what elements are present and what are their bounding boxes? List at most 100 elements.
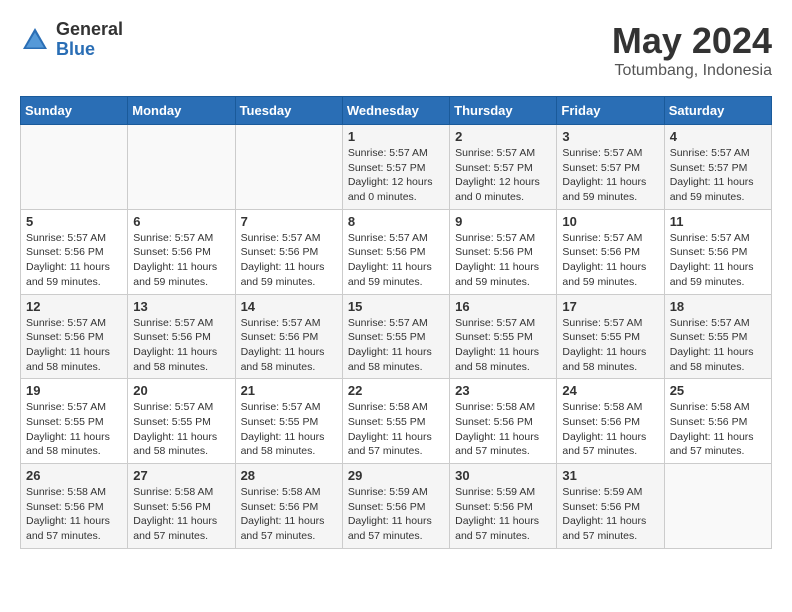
- day-info: Sunrise: 5:58 AM Sunset: 5:56 PM Dayligh…: [241, 485, 337, 544]
- day-info: Sunrise: 5:58 AM Sunset: 5:56 PM Dayligh…: [133, 485, 229, 544]
- day-number: 9: [455, 214, 551, 229]
- calendar-cell: 18 Sunrise: 5:57 AM Sunset: 5:55 PM Dayli…: [664, 294, 771, 379]
- calendar-cell: 11 Sunrise: 5:57 AM Sunset: 5:56 PM Dayli…: [664, 209, 771, 294]
- calendar-cell: 16Sunrise: 5:57 AM Sunset: 5:55 PM Dayli…: [450, 294, 557, 379]
- calendar-cell: 23Sunrise: 5:58 AM Sunset: 5:56 PM Dayli…: [450, 379, 557, 464]
- day-number: 1: [348, 129, 444, 144]
- day-number: 29: [348, 468, 444, 483]
- day-info: Sunrise: 5:57 AM Sunset: 5:56 PM Dayligh…: [241, 231, 337, 290]
- day-number: 27: [133, 468, 229, 483]
- day-number: 30: [455, 468, 551, 483]
- day-number: 12: [26, 299, 122, 314]
- calendar-cell: 21Sunrise: 5:57 AM Sunset: 5:55 PM Dayli…: [235, 379, 342, 464]
- calendar-cell: 17 Sunrise: 5:57 AM Sunset: 5:55 PM Dayli…: [557, 294, 664, 379]
- logo-icon: [20, 25, 50, 55]
- location: Totumbang, Indonesia: [612, 62, 772, 80]
- day-info: Sunrise: 5:57 AM Sunset: 5:57 PM Dayligh…: [348, 146, 444, 205]
- day-info: Sunrise: 5:57 AM Sunset: 5:57 PM Dayligh…: [670, 146, 766, 205]
- day-number: 31: [562, 468, 658, 483]
- day-number: 8: [348, 214, 444, 229]
- day-number: 20: [133, 383, 229, 398]
- day-number: 23: [455, 383, 551, 398]
- day-info: Sunrise: 5:57 AM Sunset: 5:56 PM Dayligh…: [455, 231, 551, 290]
- logo-general-text: General: [56, 20, 123, 40]
- calendar-cell: 27 Sunrise: 5:58 AM Sunset: 5:56 PM Dayli…: [128, 464, 235, 549]
- day-info: Sunrise: 5:57 AM Sunset: 5:56 PM Dayligh…: [241, 316, 337, 375]
- logo-blue-text: Blue: [56, 40, 123, 60]
- header-day-monday: Monday: [128, 97, 235, 125]
- week-row-5: 26 Sunrise: 5:58 AM Sunset: 5:56 PM Dayli…: [21, 464, 772, 549]
- day-info: Sunrise: 5:57 AM Sunset: 5:56 PM Dayligh…: [26, 231, 122, 290]
- calendar-cell: 8 Sunrise: 5:57 AM Sunset: 5:56 PM Daylig…: [342, 209, 449, 294]
- day-number: 14: [241, 299, 337, 314]
- day-number: 24: [562, 383, 658, 398]
- calendar-cell: 22Sunrise: 5:58 AM Sunset: 5:55 PM Dayli…: [342, 379, 449, 464]
- calendar-cell: [664, 464, 771, 549]
- day-info: Sunrise: 5:58 AM Sunset: 5:56 PM Dayligh…: [670, 400, 766, 459]
- calendar-cell: 10Sunrise: 5:57 AM Sunset: 5:56 PM Dayli…: [557, 209, 664, 294]
- calendar-table: SundayMondayTuesdayWednesdayThursdayFrid…: [20, 96, 772, 549]
- day-number: 22: [348, 383, 444, 398]
- header-day-friday: Friday: [557, 97, 664, 125]
- calendar-header: SundayMondayTuesdayWednesdayThursdayFrid…: [21, 97, 772, 125]
- day-number: 15: [348, 299, 444, 314]
- calendar-cell: 9 Sunrise: 5:57 AM Sunset: 5:56 PM Daylig…: [450, 209, 557, 294]
- calendar-cell: 31 Sunrise: 5:59 AM Sunset: 5:56 PM Dayli…: [557, 464, 664, 549]
- calendar-cell: 3Sunrise: 5:57 AM Sunset: 5:57 PM Daylig…: [557, 125, 664, 210]
- logo: General Blue: [20, 20, 123, 60]
- week-row-2: 5 Sunrise: 5:57 AM Sunset: 5:56 PM Daylig…: [21, 209, 772, 294]
- day-info: Sunrise: 5:57 AM Sunset: 5:55 PM Dayligh…: [562, 316, 658, 375]
- day-info: Sunrise: 5:57 AM Sunset: 5:56 PM Dayligh…: [670, 231, 766, 290]
- calendar-cell: 19 Sunrise: 5:57 AM Sunset: 5:55 PM Dayli…: [21, 379, 128, 464]
- calendar-cell: [128, 125, 235, 210]
- calendar-cell: 2Sunrise: 5:57 AM Sunset: 5:57 PM Daylig…: [450, 125, 557, 210]
- day-number: 13: [133, 299, 229, 314]
- calendar-cell: 6 Sunrise: 5:57 AM Sunset: 5:56 PM Daylig…: [128, 209, 235, 294]
- day-info: Sunrise: 5:57 AM Sunset: 5:55 PM Dayligh…: [670, 316, 766, 375]
- day-number: 6: [133, 214, 229, 229]
- day-number: 7: [241, 214, 337, 229]
- calendar-cell: [235, 125, 342, 210]
- header-day-saturday: Saturday: [664, 97, 771, 125]
- day-number: 5: [26, 214, 122, 229]
- calendar-cell: 24 Sunrise: 5:58 AM Sunset: 5:56 PM Dayli…: [557, 379, 664, 464]
- header-day-tuesday: Tuesday: [235, 97, 342, 125]
- day-number: 19: [26, 383, 122, 398]
- week-row-4: 19 Sunrise: 5:57 AM Sunset: 5:55 PM Dayli…: [21, 379, 772, 464]
- day-number: 28: [241, 468, 337, 483]
- day-number: 18: [670, 299, 766, 314]
- day-number: 16: [455, 299, 551, 314]
- header-row: SundayMondayTuesdayWednesdayThursdayFrid…: [21, 97, 772, 125]
- day-info: Sunrise: 5:59 AM Sunset: 5:56 PM Dayligh…: [562, 485, 658, 544]
- day-number: 26: [26, 468, 122, 483]
- day-number: 4: [670, 129, 766, 144]
- day-info: Sunrise: 5:57 AM Sunset: 5:56 PM Dayligh…: [562, 231, 658, 290]
- calendar-cell: 12 Sunrise: 5:57 AM Sunset: 5:56 PM Dayli…: [21, 294, 128, 379]
- calendar-cell: 1 Sunrise: 5:57 AM Sunset: 5:57 PM Daylig…: [342, 125, 449, 210]
- calendar-cell: 20Sunrise: 5:57 AM Sunset: 5:55 PM Dayli…: [128, 379, 235, 464]
- calendar-cell: 28 Sunrise: 5:58 AM Sunset: 5:56 PM Dayli…: [235, 464, 342, 549]
- calendar-cell: 7 Sunrise: 5:57 AM Sunset: 5:56 PM Daylig…: [235, 209, 342, 294]
- day-info: Sunrise: 5:57 AM Sunset: 5:56 PM Dayligh…: [348, 231, 444, 290]
- calendar-cell: 14 Sunrise: 5:57 AM Sunset: 5:56 PM Dayli…: [235, 294, 342, 379]
- day-info: Sunrise: 5:58 AM Sunset: 5:56 PM Dayligh…: [562, 400, 658, 459]
- header-day-thursday: Thursday: [450, 97, 557, 125]
- calendar-cell: 26Sunrise: 5:58 AM Sunset: 5:56 PM Dayli…: [21, 464, 128, 549]
- day-number: 17: [562, 299, 658, 314]
- day-info: Sunrise: 5:57 AM Sunset: 5:56 PM Dayligh…: [26, 316, 122, 375]
- day-info: Sunrise: 5:57 AM Sunset: 5:57 PM Dayligh…: [455, 146, 551, 205]
- day-info: Sunrise: 5:57 AM Sunset: 5:57 PM Dayligh…: [562, 146, 658, 205]
- day-number: 25: [670, 383, 766, 398]
- title-block: May 2024 Totumbang, Indonesia: [612, 20, 772, 80]
- calendar-cell: 29Sunrise: 5:59 AM Sunset: 5:56 PM Dayli…: [342, 464, 449, 549]
- day-info: Sunrise: 5:57 AM Sunset: 5:55 PM Dayligh…: [26, 400, 122, 459]
- calendar-cell: [21, 125, 128, 210]
- day-number: 11: [670, 214, 766, 229]
- calendar-cell: 5 Sunrise: 5:57 AM Sunset: 5:56 PM Daylig…: [21, 209, 128, 294]
- page-header: General Blue May 2024 Totumbang, Indones…: [20, 20, 772, 80]
- day-info: Sunrise: 5:57 AM Sunset: 5:56 PM Dayligh…: [133, 231, 229, 290]
- calendar-body: 1 Sunrise: 5:57 AM Sunset: 5:57 PM Daylig…: [21, 125, 772, 549]
- header-day-wednesday: Wednesday: [342, 97, 449, 125]
- week-row-1: 1 Sunrise: 5:57 AM Sunset: 5:57 PM Daylig…: [21, 125, 772, 210]
- month-title: May 2024: [612, 20, 772, 62]
